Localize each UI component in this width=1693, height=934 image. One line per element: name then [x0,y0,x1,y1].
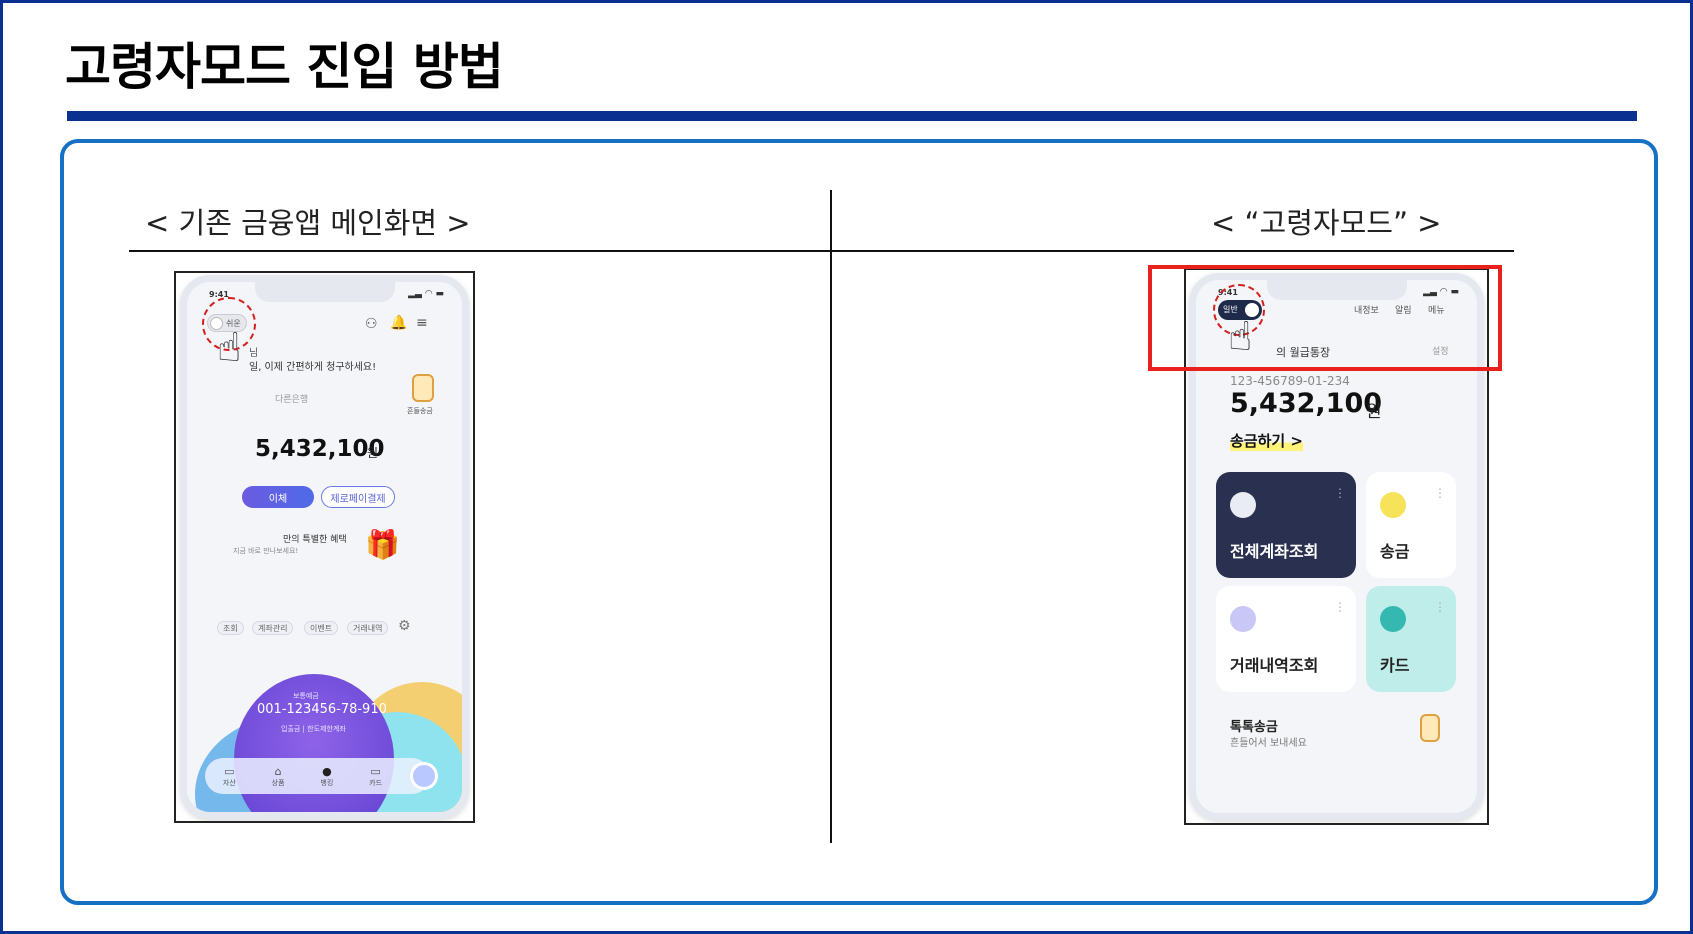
tab-assets[interactable]: ▭ 자산 [223,765,236,788]
tab-banking[interactable]: ● 뱅킹 [320,765,333,788]
floating-action-button[interactable] [410,762,438,790]
chip-account-manage[interactable]: 계좌관리 [252,621,294,635]
bank-name: 다른은행 [275,395,309,405]
tile-card[interactable]: ⋮ 카드 [1366,586,1456,692]
title-rule [67,111,1637,121]
menu-icon[interactable]: ≡ [416,315,428,331]
promo-subtitle: 지금 바로 만나보세요! [233,547,299,555]
bag-icon: ⌂ [274,764,282,778]
transfer-link[interactable]: 송금하기 > [1230,430,1303,451]
shake-transfer-subtitle: 흔들어서 보내세요 [1230,738,1307,749]
more-icon[interactable]: ⋮ [1434,486,1446,500]
greeting-text: 일, 이제 간편하게 청구하세요! [249,362,377,373]
tile-transfer[interactable]: ⋮ 송금 [1366,472,1456,578]
balance-currency: 원 [1366,402,1382,422]
tile-label: 거래내역조회 [1230,656,1319,675]
phone-shake-icon[interactable] [412,374,434,402]
tile-all-accounts[interactable]: ⋮ 전체계좌조회 [1216,472,1356,578]
account-number: 123-456789-01-234 [1230,374,1350,388]
balance-currency: 원 [367,446,379,460]
account-actions[interactable]: 입출금 | 한도제한계좌 [281,724,346,734]
wallet-icon [1380,492,1406,518]
toggle-highlight-box [1148,265,1502,371]
vertical-divider [830,190,832,843]
transfer-button[interactable]: 이체 [242,486,314,508]
tile-transaction-history[interactable]: ⋮ 거래내역조회 [1216,586,1356,692]
slide: 고령자모드 진입 방법 < 기존 금융앱 메인화면 > < “고령자모드” > … [0,0,1693,934]
existing-app-screenshot: 9:41 ▂▃ ◠ ▬ 쉬운 ☝ ⚇ 🔔 ≡ 님 일, 이제 간편하게 청구하세… [174,271,475,823]
tab-products[interactable]: ⌂ 상품 [272,765,285,788]
account-type-label: 보통예금 [293,692,319,700]
phone-shake-icon[interactable] [1420,714,1440,742]
shake-transfer-label: 흔들송금 [407,407,433,415]
account-number: 001-123456-78-910 [257,702,387,717]
account-balance: 5,432,100 [1230,388,1383,419]
user-icon[interactable]: ⚇ [365,316,378,332]
phone-notch [254,282,395,302]
horizontal-divider [129,250,1514,252]
greeting-partial: 님 [249,348,259,359]
chip-event[interactable]: 이벤트 [304,621,339,635]
tab-card[interactable]: ▭ 카드 [369,765,382,788]
settings-gear-icon[interactable]: ⚙ [398,618,411,634]
promo-title: 만의 특별한 혜택 [283,535,347,545]
account-balance: 5,432,100 [255,436,385,462]
tile-label: 송금 [1380,542,1410,561]
account-book-icon [1230,492,1256,518]
shake-transfer-title[interactable]: 톡톡송금 [1230,716,1278,735]
more-icon[interactable]: ⋮ [1334,600,1346,614]
signal-icon: ▂▃ ◠ ▬ [408,289,444,299]
caption-senior-mode: < “고령자모드” > [1211,206,1442,240]
wallet-icon: ▭ [224,764,235,778]
gift-icon: 🎁 [365,528,400,561]
card-icon [1380,606,1406,632]
more-icon[interactable]: ⋮ [1434,600,1446,614]
zeropay-button[interactable]: 제로페이결제 [321,486,395,508]
chip-inquiry[interactable]: 조회 [217,621,244,635]
phone-mockup: 9:41 ▂▃ ◠ ▬ 쉬운 ☝ ⚇ 🔔 ≡ 님 일, 이제 간편하게 청구하세… [180,275,469,819]
more-icon[interactable]: ⋮ [1334,486,1346,500]
slide-title: 고령자모드 진입 방법 [65,38,504,96]
history-icon [1230,606,1256,632]
bell-icon[interactable]: 🔔 [390,315,407,331]
banking-icon: ● [322,764,332,778]
tile-label: 전체계좌조회 [1230,542,1319,561]
bottom-tab-bar: ▭ 자산 ⌂ 상품 ● 뱅킹 ▭ 카드 [205,758,430,794]
pointing-hand-icon: ☝ [217,325,242,371]
card-icon: ▭ [370,764,381,778]
tile-label: 카드 [1380,656,1410,675]
chip-history[interactable]: 거래내역 [347,621,389,635]
caption-existing-app: < 기존 금융앱 메인화면 > [145,206,471,240]
